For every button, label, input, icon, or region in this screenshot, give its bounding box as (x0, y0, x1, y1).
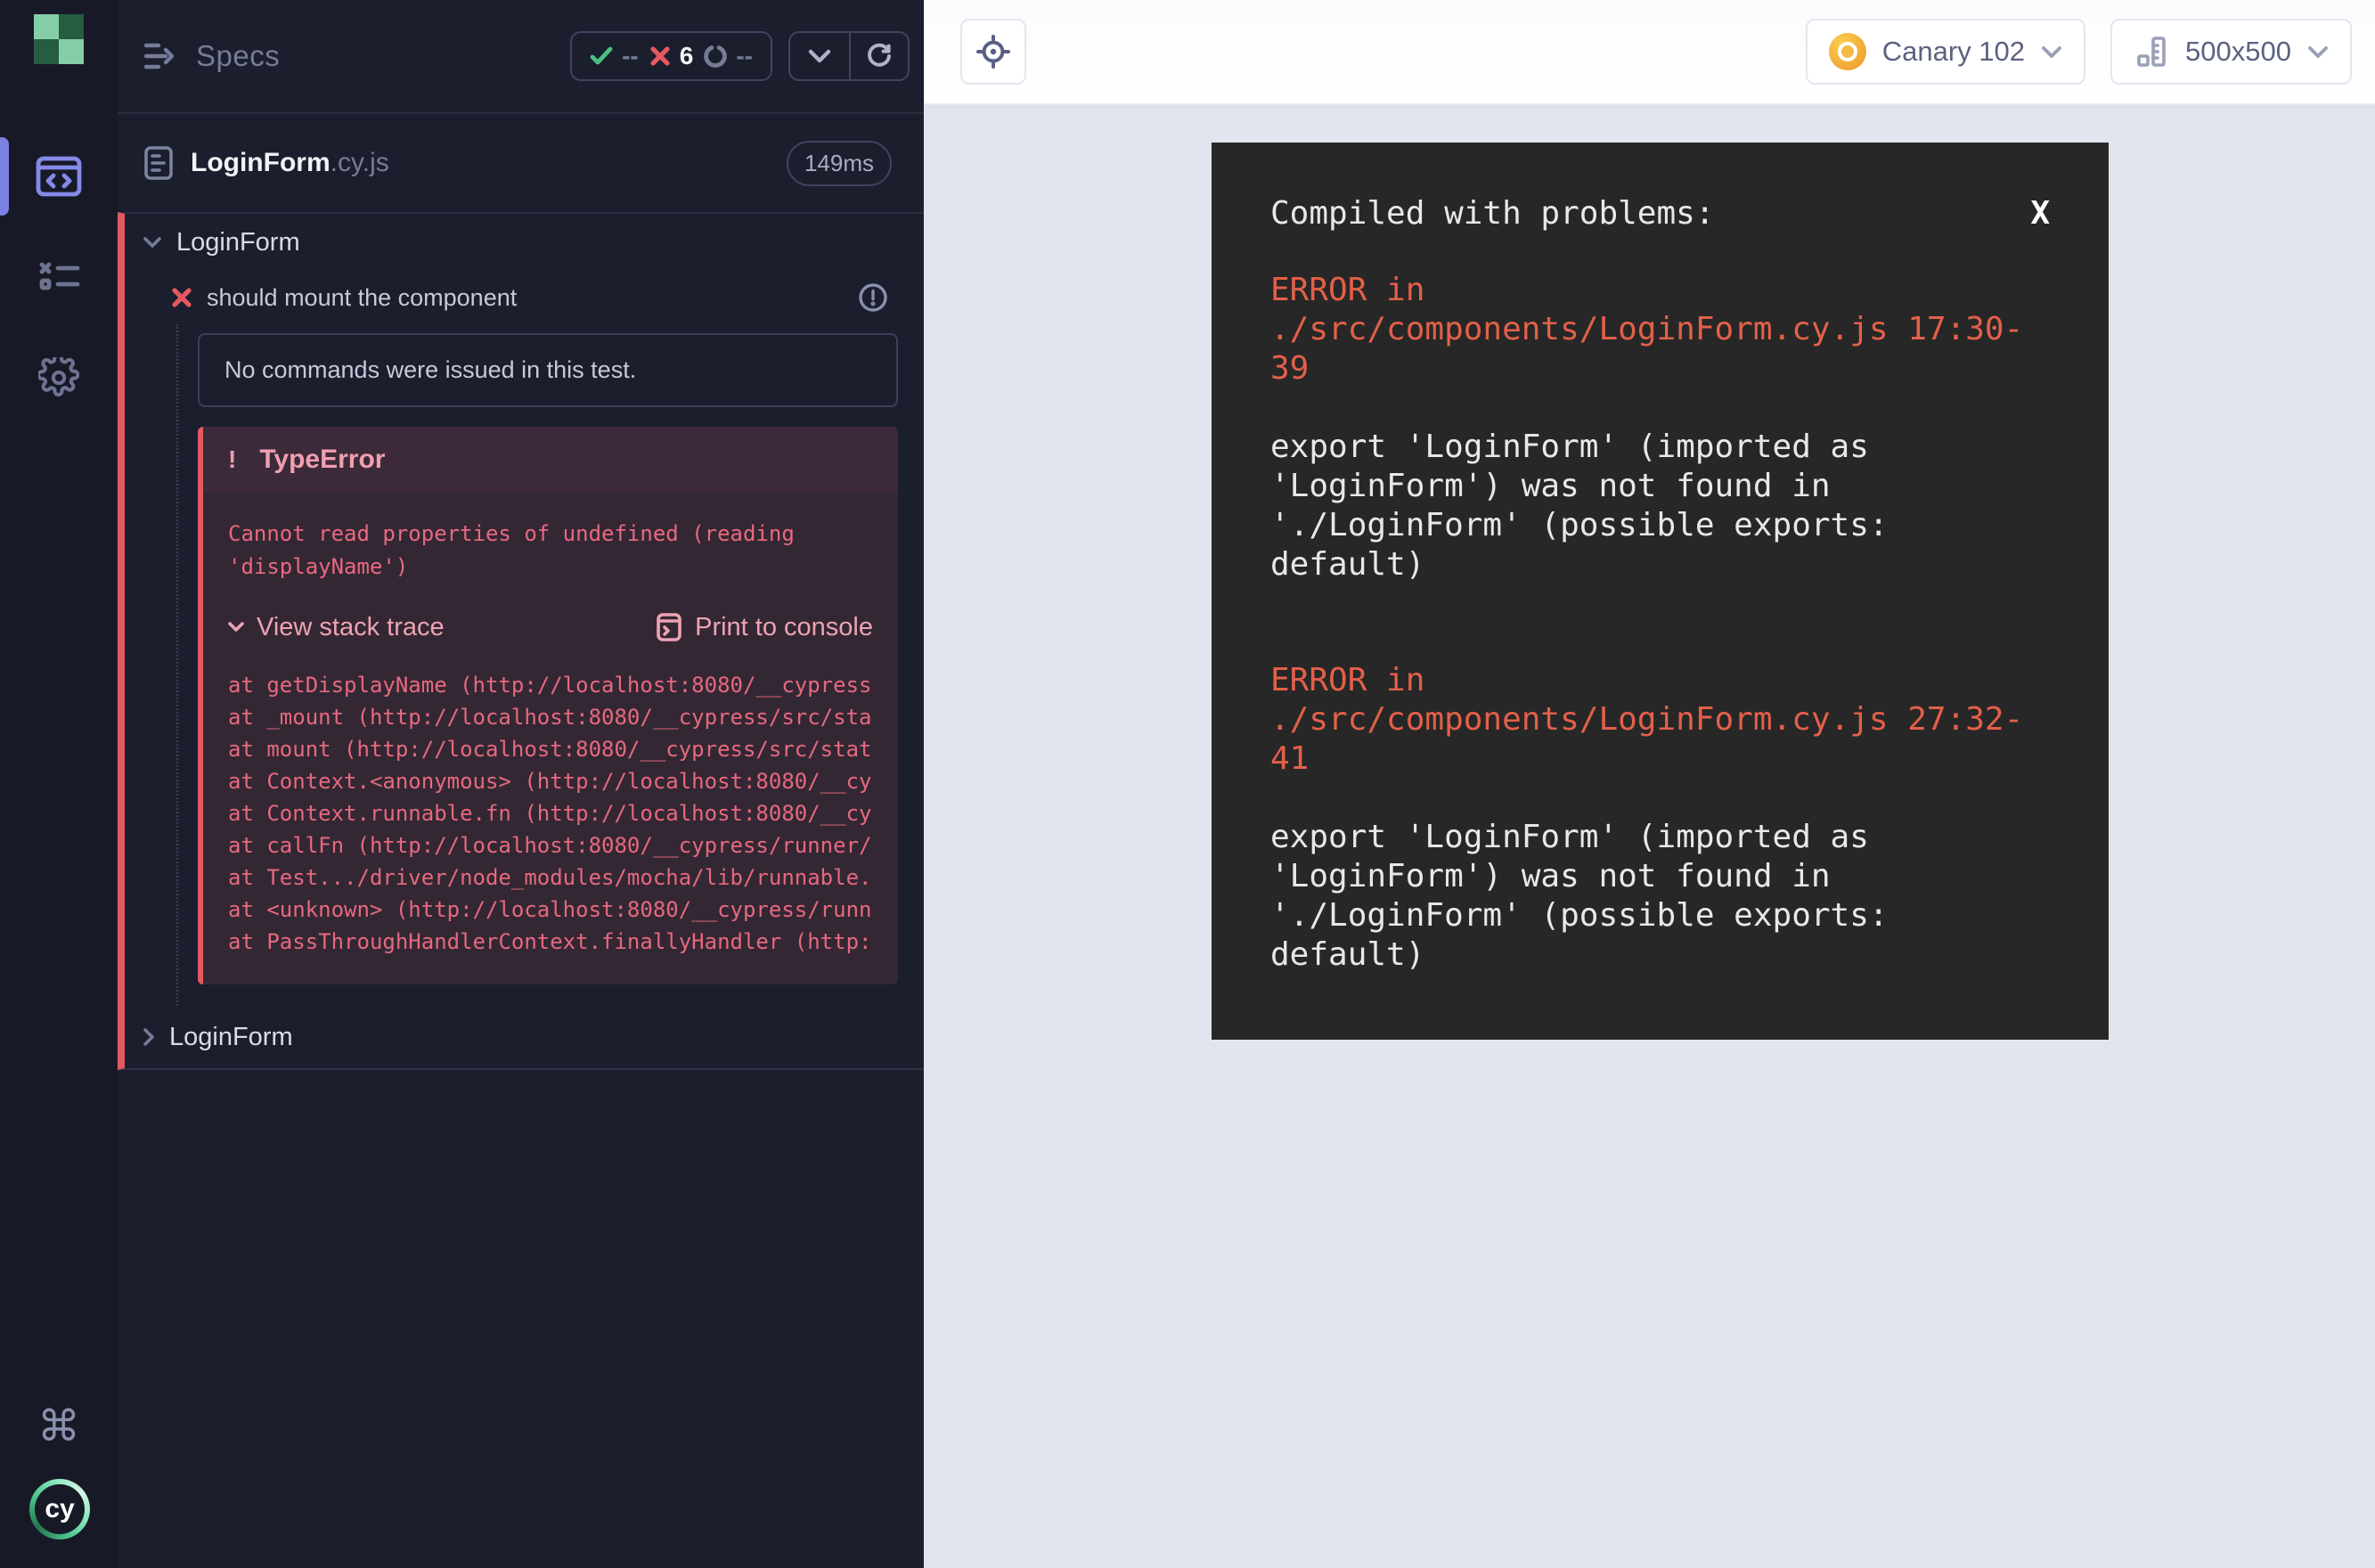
spec-file-row[interactable]: LoginForm .cy.js 149ms (118, 114, 924, 212)
suite-title: LoginForm (176, 228, 300, 257)
cypress-logo-button[interactable]: cy (29, 1479, 90, 1539)
exclamation-icon: ! (228, 445, 236, 474)
no-commands-message: No commands were issued in this test. (198, 333, 898, 407)
viewport-select-label: 500x500 (2185, 36, 2291, 68)
sidebar-item-test-results[interactable] (0, 233, 118, 319)
test-list-icon (37, 260, 81, 292)
test-title: should mount the component (207, 284, 517, 312)
suite-row-expanded[interactable]: LoginForm (125, 214, 924, 271)
overlay-close-button[interactable]: X (2030, 194, 2050, 233)
chevron-down-icon (2041, 45, 2062, 59)
fail-x-icon (171, 287, 192, 308)
gear-icon (38, 357, 79, 398)
failed-suite-block: LoginForm should mount the component No … (118, 212, 924, 1070)
pending-circle-icon (704, 45, 727, 68)
refresh-icon (866, 43, 893, 69)
stack-line: at Test.../driver/node_modules/mocha/lib… (228, 862, 873, 894)
stack-line: at _mount (http://localhost:8080/__cypre… (228, 701, 873, 733)
selector-playground-button[interactable] (960, 19, 1026, 85)
aut-header: Canary 102 500x500 (924, 0, 2375, 105)
browser-select-label: Canary 102 (1882, 36, 2025, 68)
sidebar-item-settings[interactable] (0, 335, 118, 421)
suite-row-collapsed[interactable]: LoginForm (125, 1006, 924, 1068)
fail-x-icon (649, 45, 671, 67)
compile-error: ERROR in ./src/components/LoginForm.cy.j… (1270, 271, 2050, 584)
stat-passed: -- (590, 42, 639, 70)
reporter-panel: Specs -- 6 -- (118, 0, 924, 1568)
cypress-logo-text: cy (35, 1484, 85, 1534)
stat-pending: -- (704, 42, 753, 70)
chevron-down-icon (143, 236, 162, 249)
compile-error: ERROR in ./src/components/LoginForm.cy.j… (1270, 661, 2050, 975)
specs-list-icon[interactable] (143, 40, 180, 72)
terminal-icon (656, 612, 682, 642)
spec-duration-badge: 149ms (787, 141, 892, 186)
crosshair-icon (975, 34, 1011, 69)
compile-error-heading: ERROR in ./src/components/LoginForm.cy.j… (1270, 271, 2050, 388)
chevron-down-icon (808, 49, 831, 63)
suite-title: LoginForm (169, 1023, 293, 1052)
aut-viewport: Compiled with problems: X ERROR in ./src… (924, 105, 2375, 1568)
test-info-icon[interactable] (858, 282, 888, 313)
stack-line: at Context.runnable.fn (http://localhost… (228, 797, 873, 829)
stack-trace: at getDisplayName (http://localhost:8080… (203, 649, 898, 984)
webpack-error-overlay: Compiled with problems: X ERROR in ./src… (1212, 143, 2109, 1040)
chrome-canary-icon (1829, 33, 1866, 70)
stack-line: at callFn (http://localhost:8080/__cypre… (228, 829, 873, 862)
spec-file-ext: .cy.js (331, 148, 389, 178)
chevron-down-icon (2307, 45, 2329, 59)
stack-line: at Context.<anonymous> (http://localhost… (228, 765, 873, 797)
stack-line: at mount (http://localhost:8080/__cypres… (228, 733, 873, 765)
test-attempt-body: No commands were issued in this test. ! … (176, 324, 924, 1006)
test-error-box: ! TypeError Cannot read properties of un… (198, 427, 898, 984)
error-header: ! TypeError (203, 427, 898, 493)
stat-failed: 6 (649, 42, 694, 70)
reporter-toolbar (788, 31, 910, 81)
cypress-app-logo (34, 14, 84, 64)
error-message: Cannot read properties of undefined (rea… (203, 493, 898, 591)
test-stats[interactable]: -- 6 -- (570, 31, 772, 81)
print-to-console-button[interactable]: Print to console (656, 612, 873, 642)
compile-error-heading: ERROR in ./src/components/LoginForm.cy.j… (1270, 661, 2050, 779)
app-sidebar: ⌘ cy (0, 0, 118, 1568)
stack-line: at PassThroughHandlerContext.finallyHand… (228, 926, 873, 958)
command-icon: ⌘ (37, 1401, 80, 1451)
spec-file-icon (143, 145, 175, 181)
aut-pane: Canary 102 500x500 (924, 0, 2375, 1568)
rerun-tests-button[interactable] (849, 33, 908, 79)
chevron-right-icon (143, 1027, 155, 1047)
chevron-down-icon (228, 622, 244, 633)
check-icon (590, 46, 613, 66)
spec-file-name: LoginForm (191, 148, 331, 178)
browser-select[interactable]: Canary 102 (1806, 19, 2085, 85)
keyboard-shortcuts-button[interactable]: ⌘ (0, 1395, 118, 1458)
collapse-all-button[interactable] (790, 33, 849, 79)
sidebar-item-specs[interactable] (0, 134, 118, 219)
compile-error-message: export 'LoginForm' (imported as 'LoginFo… (1270, 818, 2050, 975)
ruler-icon (2134, 34, 2169, 69)
active-indicator (0, 137, 9, 216)
failed-test-row[interactable]: should mount the component (125, 271, 924, 324)
overlay-title: Compiled with problems: (1270, 194, 1715, 233)
reporter-header: Specs -- 6 -- (118, 0, 924, 114)
stack-line: at <unknown> (http://localhost:8080/__cy… (228, 894, 873, 926)
view-stack-trace-toggle[interactable]: View stack trace (228, 613, 445, 642)
panel-title: Specs (196, 39, 280, 73)
error-type: TypeError (259, 445, 385, 475)
stack-line: at getDisplayName (http://localhost:8080… (228, 669, 873, 701)
compile-error-message: export 'LoginForm' (imported as 'LoginFo… (1270, 428, 2050, 584)
viewport-select[interactable]: 500x500 (2110, 19, 2352, 85)
browser-code-icon (36, 156, 82, 197)
